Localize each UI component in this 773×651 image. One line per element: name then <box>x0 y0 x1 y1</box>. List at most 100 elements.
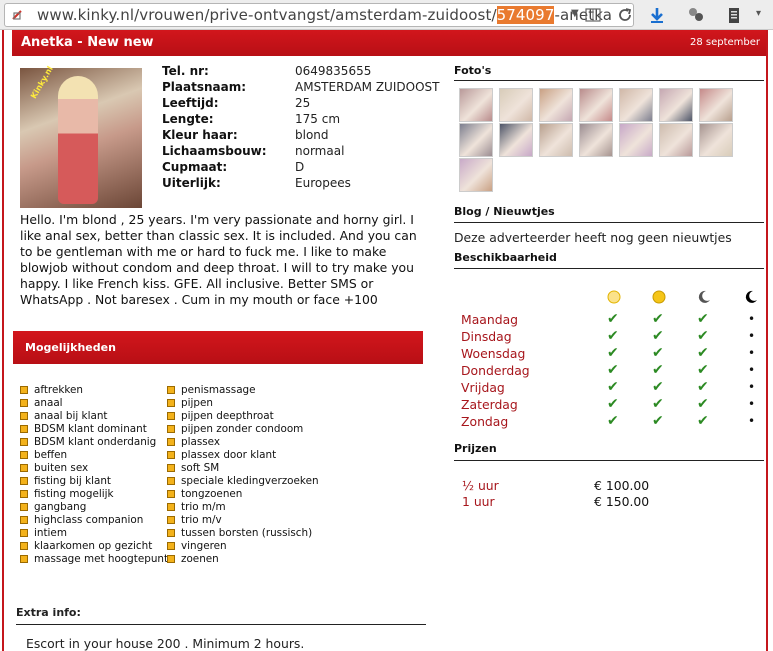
download-icon[interactable] <box>647 5 667 25</box>
check-icon: ✔ <box>697 379 709 395</box>
service-label: fisting bij klant <box>34 475 112 487</box>
bullet-icon <box>20 412 28 420</box>
page-info-icon[interactable] <box>11 8 25 22</box>
service-item: speciale kledingverzoeken <box>167 475 319 488</box>
divider <box>454 268 764 269</box>
service-label: gangbang <box>34 501 87 513</box>
photo-thumbnail[interactable] <box>579 88 613 122</box>
profile-description: Hello. I'm blond , 25 years. I'm very pa… <box>20 212 417 307</box>
photo-thumbnail[interactable] <box>459 158 493 192</box>
divider <box>16 624 426 625</box>
info-label: Lengte: <box>162 112 214 126</box>
photo-thumbnail[interactable] <box>579 123 613 157</box>
info-label: Lichaamsbouw: <box>162 144 267 158</box>
info-label: Kleur haar: <box>162 128 238 142</box>
page-title: Anetka - New new <box>21 35 154 50</box>
morning-sun-icon <box>605 288 623 306</box>
extra-info-text: Escort in your house 200 . Minimum 2 hou… <box>26 636 305 651</box>
bullet-icon <box>167 516 175 524</box>
bullet-icon <box>20 438 28 446</box>
profile-photo[interactable]: Kinky.nl <box>20 65 142 208</box>
service-item: tussen borsten (russisch) <box>167 527 319 540</box>
services-list-2: penismassage pijpen pijpen deepthroat pijpe… <box>167 384 319 566</box>
info-value: normaal <box>295 144 345 158</box>
day-label: Dinsdag <box>461 329 512 344</box>
service-item: trio m/v <box>167 514 319 527</box>
url-text[interactable]: www.kinky.nl/vrouwen/prive-ontvangst/ams… <box>37 6 612 24</box>
profile-header: Anetka - New new 28 september <box>12 30 766 56</box>
service-label: plassex door klant <box>181 449 277 461</box>
photo-thumbnail[interactable] <box>699 123 733 157</box>
service-item: anaal <box>20 397 168 410</box>
check-icon: ✔ <box>607 362 619 378</box>
photo-thumbnail[interactable] <box>539 123 573 157</box>
photo-thumbnail[interactable] <box>659 123 693 157</box>
bullet-icon <box>167 464 175 472</box>
service-label: intiem <box>34 527 67 539</box>
service-label: trio m/v <box>181 514 222 526</box>
services-title: Mogelijkheden <box>25 341 116 354</box>
info-value: 175 cm <box>295 112 341 126</box>
check-icon: ✔ <box>652 311 664 327</box>
service-label: beffen <box>34 449 68 461</box>
service-label: penismassage <box>181 384 256 396</box>
photo-thumbnail[interactable] <box>459 88 493 122</box>
check-icon: ✔ <box>607 311 619 327</box>
dot-icon: • <box>748 397 756 411</box>
photo-thumbnail[interactable] <box>619 88 653 122</box>
photo-thumbnail[interactable] <box>539 88 573 122</box>
service-label: tussen borsten (russisch) <box>181 527 313 539</box>
divider <box>454 460 764 461</box>
bullet-icon <box>167 477 175 485</box>
photo-thumbnail[interactable] <box>699 88 733 122</box>
bullet-icon <box>20 516 28 524</box>
reload-icon[interactable] <box>617 7 633 23</box>
photo-thumbnail[interactable] <box>659 88 693 122</box>
bullet-icon <box>167 438 175 446</box>
browser-toolbar: www.kinky.nl/vrouwen/prive-ontvangst/ams… <box>0 0 773 30</box>
dot-icon: • <box>748 380 756 394</box>
bullet-icon <box>20 503 28 511</box>
service-item: buiten sex <box>20 462 168 475</box>
service-item: fisting mogelijk <box>20 488 168 501</box>
service-item: beffen <box>20 449 168 462</box>
blog-text: Deze adverteerder heeft nog geen nieuwtj… <box>454 230 732 245</box>
url-suffix: -anetka <box>554 6 613 24</box>
info-value: D <box>295 160 305 174</box>
bullet-icon <box>20 477 28 485</box>
dot-icon: • <box>748 312 756 326</box>
service-label: BDSM klant dominant <box>34 423 147 435</box>
service-label: buiten sex <box>34 462 89 474</box>
overflow-icon[interactable]: ▾ <box>756 8 761 19</box>
service-label: klaarkomen op gezicht <box>34 540 153 552</box>
bullet-icon <box>20 386 28 394</box>
day-label: Vrijdag <box>461 380 505 395</box>
photo-thumbnail[interactable] <box>619 123 653 157</box>
price-duration: ½ uur <box>462 478 499 493</box>
check-icon: ✔ <box>607 413 619 429</box>
dot-icon: • <box>748 363 756 377</box>
service-item: plassex <box>167 436 319 449</box>
photo-thumbnail[interactable] <box>459 123 493 157</box>
price-amount: € 150.00 <box>594 494 650 509</box>
photo-figure <box>58 76 98 204</box>
service-item: anaal bij klant <box>20 410 168 423</box>
bullet-icon <box>20 555 28 563</box>
service-label: pijpen zonder condoom <box>181 423 304 435</box>
dropdown-icon[interactable]: ▼ <box>571 8 579 19</box>
extra-info-title: Extra info: <box>16 606 81 619</box>
extensions-icon[interactable] <box>686 5 706 25</box>
post-date: 28 september <box>689 37 760 48</box>
clipboard-icon[interactable] <box>724 5 744 25</box>
reader-view-icon[interactable] <box>585 8 601 22</box>
check-icon: ✔ <box>697 396 709 412</box>
photo-thumbnail[interactable] <box>499 88 533 122</box>
url-bar[interactable]: www.kinky.nl/vrouwen/prive-ontvangst/ams… <box>4 3 634 27</box>
info-label: Cupmaat: <box>162 160 228 174</box>
bullet-icon <box>20 464 28 472</box>
service-item: pijpen zonder condoom <box>167 423 319 436</box>
photo-thumbnail[interactable] <box>499 123 533 157</box>
service-item: penismassage <box>167 384 319 397</box>
check-icon: ✔ <box>652 345 664 361</box>
info-label: Plaatsnaam: <box>162 80 247 94</box>
